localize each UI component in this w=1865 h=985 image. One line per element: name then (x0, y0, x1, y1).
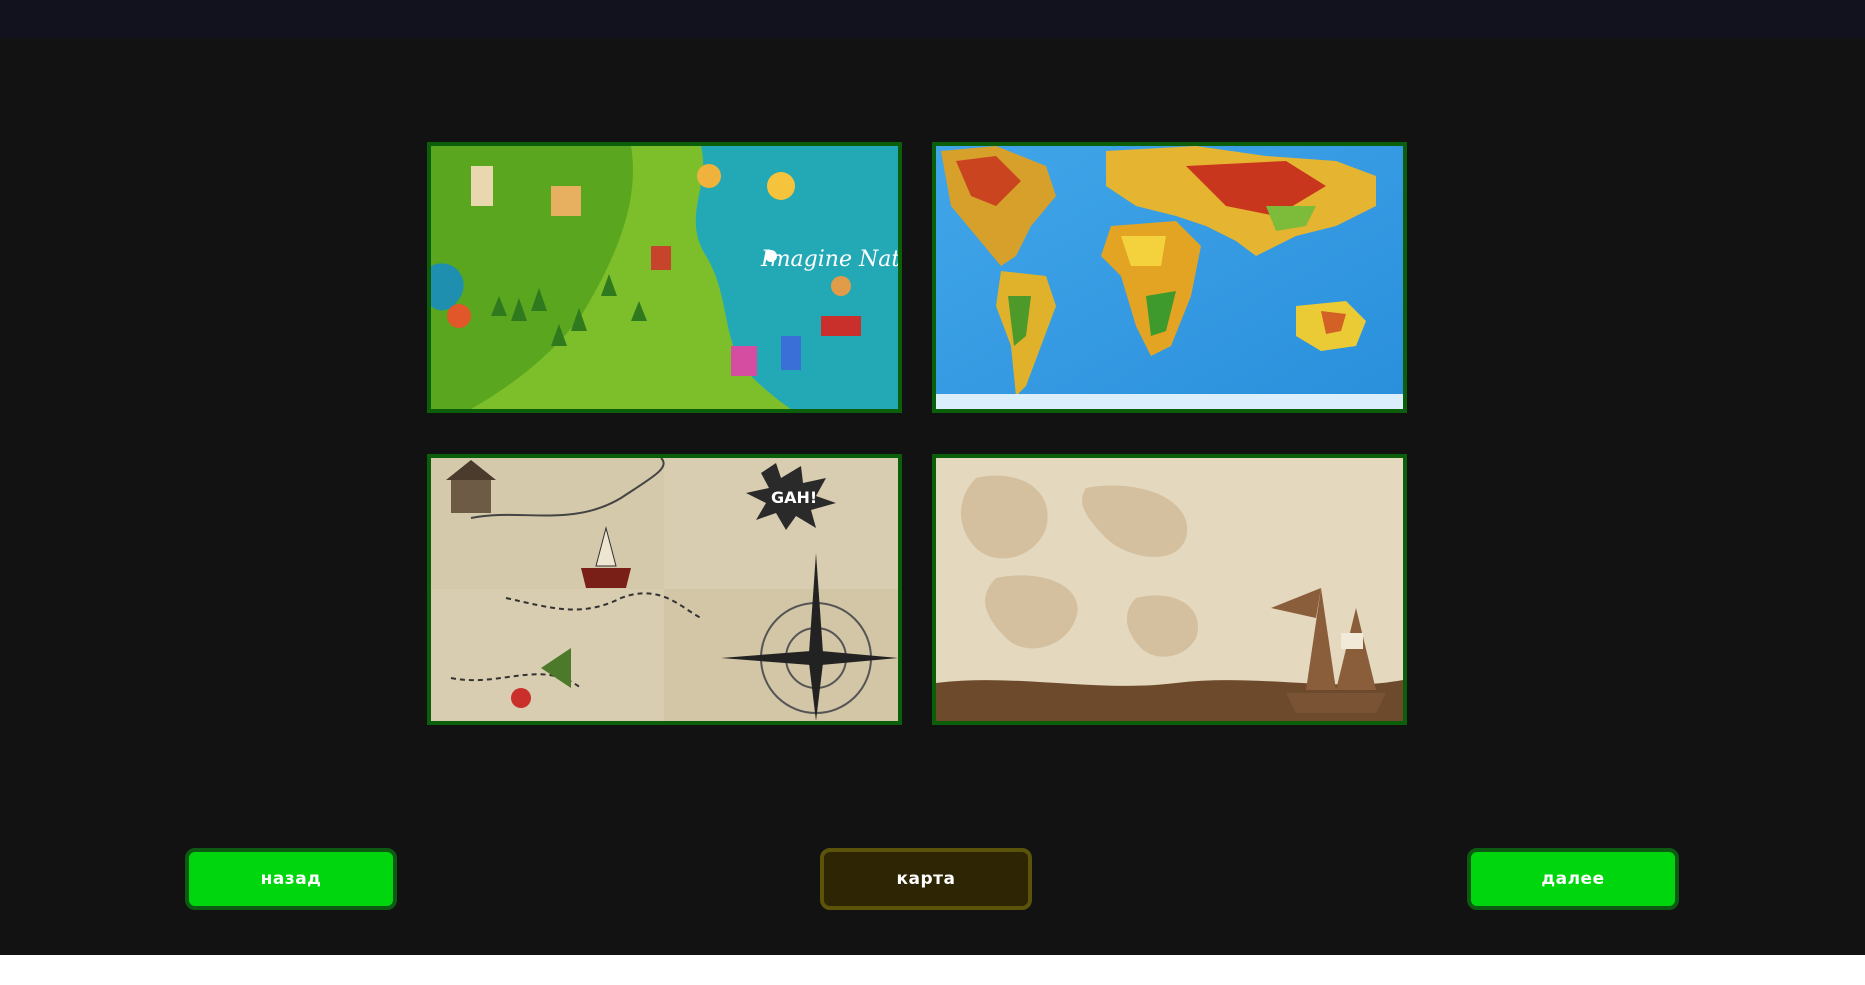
map-tile-fantasy[interactable]: Imagine Nation (427, 142, 902, 413)
next-button-label: далее (1541, 869, 1605, 889)
map-tile-treasure[interactable]: GAH! (427, 454, 902, 725)
top-bar (0, 0, 1865, 38)
pirate-ship-map-image (936, 458, 1403, 721)
map-tile-world[interactable] (932, 142, 1407, 413)
next-button[interactable]: далее (1467, 848, 1679, 910)
map-button-label: карта (896, 869, 956, 889)
fantasy-map-caption: Imagine Nation (760, 247, 898, 272)
map-tile-pirate[interactable] (932, 454, 1407, 725)
treasure-map-image: GAH! (431, 458, 898, 721)
app-window: Imagine Nation (0, 0, 1865, 955)
fantasy-map-image: Imagine Nation (431, 146, 898, 409)
map-gallery: Imagine Nation (427, 142, 1407, 725)
treasure-map-caption: GAH! (771, 488, 817, 507)
back-button[interactable]: назад (185, 848, 397, 910)
world-physical-map-image (936, 146, 1403, 409)
map-button[interactable]: карта (820, 848, 1032, 910)
back-button-label: назад (260, 869, 322, 889)
